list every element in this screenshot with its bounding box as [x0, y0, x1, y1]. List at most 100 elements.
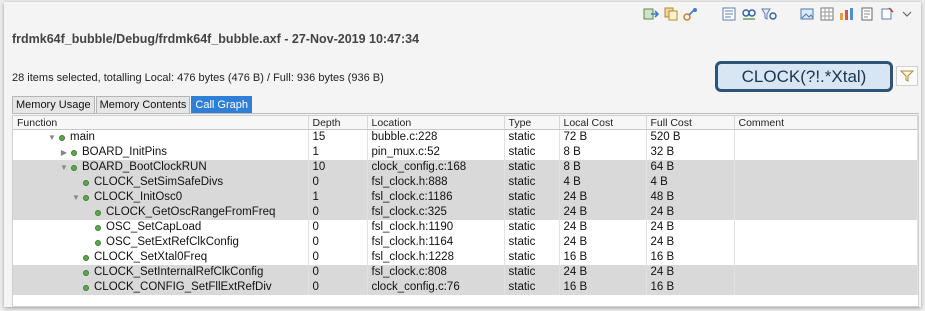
location-cell: clock_config.c:76 — [367, 280, 505, 295]
table-row[interactable]: ▼ CLOCK_InitOsc0 1 fsl_clock.c:1186 static 24… — [13, 190, 918, 205]
table-row[interactable]: OSC_SetExtRefClkConfig 0 fsl_clock.h:1164 s… — [13, 235, 918, 250]
grid-icon[interactable] — [819, 6, 835, 22]
function-name: OSC_SetCapLoad — [106, 221, 202, 233]
function-name: CLOCK_GetOscRangeFromFreq — [106, 206, 276, 218]
comment-cell — [734, 205, 918, 220]
location-cell: fsl_clock.c:1186 — [367, 190, 505, 205]
full-cost-cell: 24 B — [646, 235, 735, 250]
toolbar — [643, 4, 915, 24]
table-row[interactable]: CLOCK_SetXtal0Freq 0 fsl_clock.h:1228 stati… — [13, 250, 918, 265]
column-header-depth[interactable]: Depth — [308, 116, 368, 130]
depth-cell: 0 — [308, 205, 368, 220]
document-icon[interactable] — [859, 6, 875, 22]
expand-triangle-icon[interactable]: ▼ — [47, 130, 57, 145]
tab-call-graph[interactable]: Call Graph — [191, 96, 252, 113]
type-cell: static — [504, 220, 560, 235]
tab-memory-usage[interactable]: Memory Usage — [12, 96, 95, 113]
function-name: CLOCK_InitOsc0 — [94, 191, 183, 203]
table-row[interactable]: CLOCK_CONFIG_SetFllExtRefDiv 0 clock_confi… — [13, 280, 918, 295]
type-cell: static — [504, 145, 560, 160]
type-cell: static — [504, 129, 560, 145]
function-dot-icon — [59, 134, 65, 141]
local-cost-cell: 24 B — [559, 190, 647, 205]
table-row[interactable]: ▼ BOARD_BootClockRUN 10 clock_config.c:168 s… — [13, 160, 918, 175]
filter-icon[interactable] — [761, 6, 777, 22]
copy-icon[interactable] — [663, 6, 679, 22]
function-cell: CLOCK_SetXtal0Freq — [13, 250, 309, 265]
function-name: main — [70, 131, 95, 143]
function-dot-icon — [95, 224, 101, 231]
menu-dropdown-icon[interactable] — [899, 6, 915, 22]
function-name: CLOCK_CONFIG_SetFllExtRefDiv — [94, 281, 272, 293]
comment-cell — [734, 235, 918, 250]
local-cost-cell: 24 B — [559, 205, 647, 220]
type-cell: static — [504, 160, 560, 175]
full-cost-cell: 24 B — [646, 205, 735, 220]
function-name: CLOCK_SetSimSafeDivs — [94, 176, 224, 188]
location-cell: pin_mux.c:52 — [367, 145, 505, 160]
expand-triangle-icon[interactable]: ▼ — [59, 160, 69, 175]
full-cost-cell: 4 B — [646, 175, 735, 190]
depth-cell: 0 — [308, 175, 368, 190]
chart-icon[interactable] — [839, 6, 855, 22]
filter-options-button[interactable] — [896, 66, 918, 86]
comment-cell — [734, 280, 918, 295]
function-dot-icon — [83, 269, 89, 276]
function-name: OSC_SetExtRefClkConfig — [106, 236, 239, 248]
function-name: CLOCK_SetInternalRefClkConfig — [94, 266, 264, 278]
location-cell: fsl_clock.h:1228 — [367, 250, 505, 265]
local-cost-cell: 8 B — [559, 145, 647, 160]
depth-cell: 0 — [308, 265, 368, 280]
function-name: BOARD_InitPins — [82, 146, 168, 158]
link-icon[interactable] — [683, 6, 699, 22]
view-tabs: Memory Usage Memory Contents Call Graph — [12, 96, 919, 114]
tab-memory-contents[interactable]: Memory Contents — [95, 96, 191, 113]
full-cost-cell: 16 B — [646, 280, 735, 295]
column-header-full-cost[interactable]: Full Cost — [646, 116, 735, 130]
location-cell: clock_config.c:168 — [367, 160, 505, 175]
filter-input[interactable]: CLOCK(?!.*Xtal) — [715, 61, 893, 92]
column-header-location[interactable]: Location — [367, 116, 505, 130]
column-header-comment[interactable]: Comment — [734, 116, 918, 130]
column-header-type[interactable]: Type — [504, 116, 560, 130]
local-cost-cell: 72 B — [559, 129, 647, 145]
table-row[interactable]: ▼ main 15 bubble.c:228 static 72 B 520 B — [13, 129, 918, 145]
function-cell: ▶ BOARD_InitPins — [13, 145, 309, 160]
comment-cell — [734, 265, 918, 280]
location-cell: fsl_clock.h:1164 — [367, 235, 505, 250]
table-row[interactable]: ▶ BOARD_InitPins 1 pin_mux.c:52 static 8 B 32 … — [13, 145, 918, 160]
table-row[interactable]: CLOCK_SetSimSafeDivs 0 fsl_clock.h:888 stat… — [13, 175, 918, 190]
comment-cell — [734, 160, 918, 175]
table-row[interactable]: OSC_SetCapLoad 0 fsl_clock.h:1190 static 24 … — [13, 220, 918, 235]
properties-icon[interactable] — [721, 6, 737, 22]
export-icon[interactable] — [643, 6, 659, 22]
location-cell: fsl_clock.c:325 — [367, 205, 505, 220]
location-cell: fsl_clock.h:1190 — [367, 220, 505, 235]
function-dot-icon — [95, 209, 101, 216]
column-header-function[interactable]: Function — [13, 116, 309, 130]
location-cell: fsl_clock.h:888 — [367, 175, 505, 190]
type-cell: static — [504, 250, 560, 265]
depth-cell: 1 — [308, 190, 368, 205]
expand-triangle-icon[interactable]: ▼ — [71, 190, 81, 205]
table-row[interactable]: CLOCK_GetOscRangeFromFreq 0 fsl_clock.c:32… — [13, 205, 918, 220]
find-icon[interactable] — [741, 6, 757, 22]
table-row[interactable]: CLOCK_SetInternalRefClkConfig 0 fsl_clock.… — [13, 265, 918, 280]
type-cell: static — [504, 235, 560, 250]
collapse-triangle-icon[interactable]: ▶ — [59, 145, 69, 160]
local-cost-cell: 4 B — [559, 175, 647, 190]
function-cell: OSC_SetCapLoad — [13, 220, 309, 235]
function-name: BOARD_BootClockRUN — [82, 161, 207, 173]
type-cell: static — [504, 265, 560, 280]
comment-cell — [734, 190, 918, 205]
local-cost-cell: 24 B — [559, 265, 647, 280]
pin-icon[interactable] — [879, 6, 895, 22]
depth-cell: 15 — [308, 129, 368, 145]
filter-funnel-icon — [900, 70, 914, 82]
call-graph-table: Function Depth Location Type Local Cost … — [12, 115, 919, 307]
column-header-local-cost[interactable]: Local Cost — [559, 116, 647, 130]
image-icon[interactable] — [799, 6, 815, 22]
function-cell: CLOCK_SetSimSafeDivs — [13, 175, 309, 190]
type-cell: static — [504, 175, 560, 190]
full-cost-cell: 24 B — [646, 220, 735, 235]
